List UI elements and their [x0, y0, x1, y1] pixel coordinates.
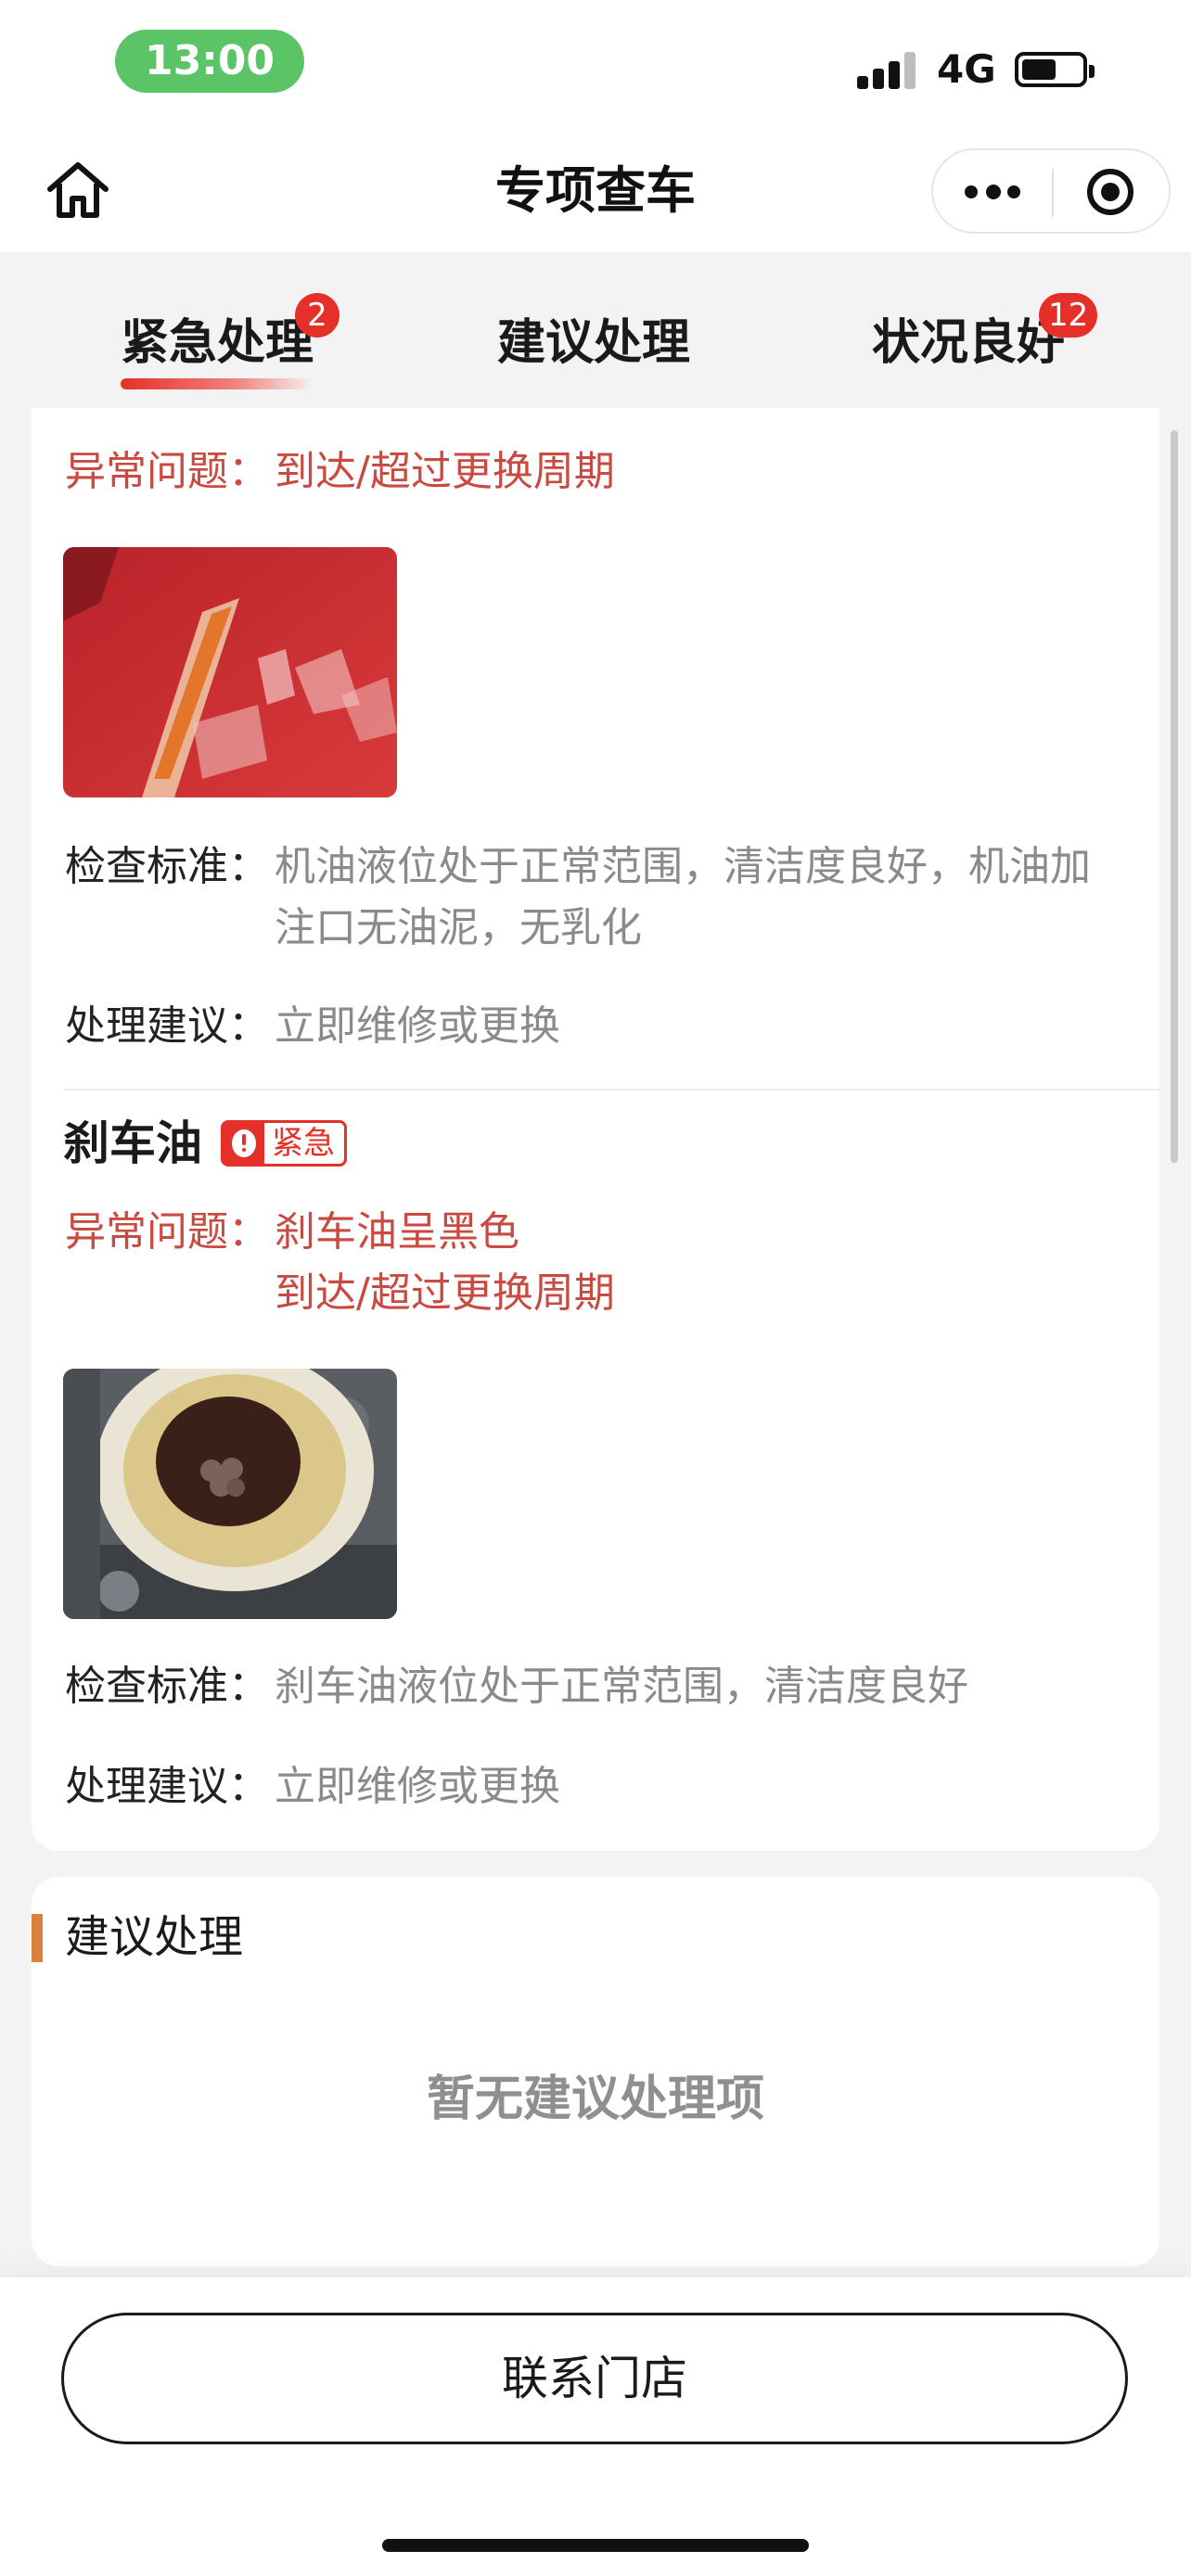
- advice-label: 处理建议：: [65, 1763, 269, 1810]
- urgent-tag: 紧急: [221, 1120, 347, 1167]
- more-button[interactable]: [933, 150, 1052, 232]
- target-close-icon: [1087, 169, 1133, 215]
- more-dots-icon: [965, 185, 978, 198]
- empty-state-text: 暂无建议处理项: [426, 2072, 764, 2127]
- tab-urgent[interactable]: 紧急处理 2: [121, 293, 339, 389]
- issue-text: 到达/超过更换周期: [275, 448, 615, 495]
- nav-bar: 专项查车: [0, 130, 1191, 252]
- standard-line: 注口无油泥，无乳化: [275, 904, 642, 951]
- issue-label: 异常问题：: [65, 448, 269, 495]
- home-button[interactable]: [41, 154, 115, 228]
- urgent-items-card: 异常问题： 到达/超过更换周期 检查标准： 机油液位处于正常范围，清洁度良好，机…: [32, 408, 1161, 1851]
- tab-suggest[interactable]: 建议处理: [497, 306, 690, 380]
- issue-text: 刹车油呈黑色: [275, 1208, 519, 1256]
- tab-label: 状况良好: [872, 315, 1066, 371]
- exclamation-icon: [224, 1123, 264, 1164]
- contact-store-button[interactable]: 联系门店: [61, 2313, 1128, 2444]
- home-icon: [47, 162, 109, 218]
- section-accent-bar: [32, 1914, 43, 1962]
- advice-label: 处理建议：: [65, 1002, 269, 1050]
- status-bar: 13:00 4G: [0, 0, 1191, 130]
- issue-label: 异常问题：: [65, 1208, 269, 1256]
- brake-fluid-reservoir-photo[interactable]: [63, 1369, 397, 1619]
- status-tabs: 紧急处理 2 建议处理 状况良好 12: [0, 269, 1191, 408]
- engine-oil-dipstick-photo[interactable]: [63, 547, 397, 797]
- standard-label: 检查标准：: [65, 1663, 269, 1710]
- tab-label: 建议处理: [497, 315, 691, 371]
- standard-line: 机油液位处于正常范围，清洁度良好，机油加: [275, 843, 1091, 890]
- tab-badge: 2: [295, 293, 339, 338]
- advice-text: 立即维修或更换: [275, 1763, 560, 1810]
- issue-row: 异常问题： 到达/超过更换周期: [65, 441, 615, 503]
- signal-icon: [857, 52, 916, 89]
- advice-text: 立即维修或更换: [275, 1002, 560, 1050]
- active-tab-indicator: [121, 378, 314, 389]
- section-title: 建议处理: [65, 1911, 244, 1963]
- home-indicator[interactable]: [382, 2539, 809, 2552]
- bottom-action-bar: 联系门店: [0, 2277, 1191, 2576]
- issue-row: 异常问题： 刹车油呈黑色: [65, 1202, 519, 1263]
- issue-text: 到达/超过更换周期: [275, 1269, 615, 1317]
- network-type: 4G: [937, 46, 996, 92]
- tab-badge: 12: [1039, 293, 1098, 338]
- status-time: 13:00: [115, 30, 304, 93]
- standard-label: 检查标准：: [65, 843, 269, 890]
- standard-line: 刹车油液位处于正常范围，清洁度良好: [275, 1663, 968, 1710]
- urgent-tag-label: 紧急: [272, 1125, 335, 1162]
- battery-icon: [1015, 52, 1095, 87]
- item-title: 刹车油: [63, 1116, 202, 1170]
- tab-good[interactable]: 状况良好 12: [872, 293, 1098, 380]
- item-divider: [63, 1089, 1161, 1090]
- suggest-section-card: 建议处理 暂无建议处理项: [32, 1877, 1159, 2266]
- scrollbar[interactable]: [1171, 430, 1178, 1163]
- close-miniapp-button[interactable]: [1054, 150, 1169, 232]
- miniapp-capsule: [931, 148, 1171, 234]
- tab-label: 紧急处理: [121, 315, 314, 371]
